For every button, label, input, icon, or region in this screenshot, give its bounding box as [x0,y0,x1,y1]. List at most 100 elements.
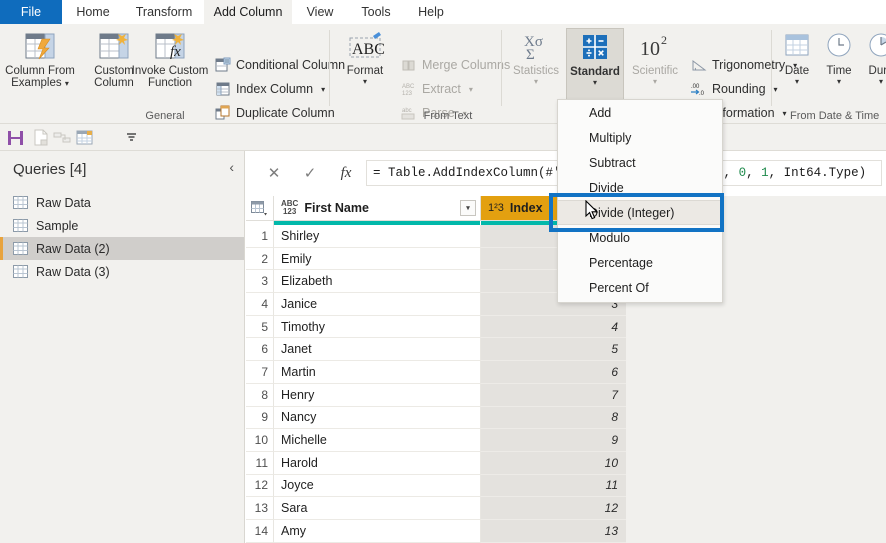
index-column-icon [214,81,231,98]
format-button[interactable]: ABC Format ▾ [336,28,394,102]
cell-first-name[interactable]: Joyce [274,474,481,498]
column-header-first-name[interactable]: ABC 123 First Name ▾ [274,196,481,221]
invoke-custom-function-button[interactable]: fx Invoke Custom Function [124,28,216,102]
query-item-sample[interactable]: Sample [0,214,244,237]
tab-view[interactable]: View [292,0,348,24]
chevron-down-icon[interactable]: ▾ [469,85,473,94]
query-item-raw-data-3[interactable]: Raw Data (3) [0,260,244,283]
column-filter-button[interactable]: ▾ [460,200,476,216]
standard-button[interactable]: Standard ▾ [566,28,624,102]
merge-columns-button[interactable]: Merge Columns [398,54,510,76]
scientific-button[interactable]: 10 2 Scientific ▾ [626,28,684,102]
check-icon[interactable]: ✓ [292,160,328,186]
cell-index[interactable]: 4 [481,315,626,339]
table-icon [13,242,28,255]
cell-index[interactable]: 13 [481,519,626,543]
merge-queries-icon[interactable] [53,128,72,147]
cell-first-name[interactable]: Michelle [274,429,481,452]
cell-index[interactable]: 10 [481,451,626,475]
select-all-table-icon[interactable] [246,196,274,221]
duration-button[interactable]: Dura ▾ [860,28,886,102]
cell-first-name[interactable]: Martin [274,361,481,384]
cell-index[interactable]: 9 [481,429,626,452]
cell-first-name[interactable]: Janet [274,338,481,362]
chevron-down-icon[interactable]: ▾ [795,78,799,86]
table-properties-icon[interactable] [75,128,94,147]
chevron-down-icon[interactable]: ▾ [593,79,597,87]
index-column-button[interactable]: Index Column ▾ [212,78,325,100]
tab-help[interactable]: Help [404,0,458,24]
tab-file[interactable]: File [0,0,62,24]
chevron-left-icon[interactable]: ‹ [229,160,234,174]
chevron-down-icon[interactable]: ▾ [363,78,367,86]
tab-transform[interactable]: Transform [124,0,204,24]
cell-first-name[interactable]: Emily [274,247,481,271]
query-item-raw-data-2[interactable]: Raw Data (2) [0,237,244,260]
abc-pencil-icon: ABC [345,28,385,64]
cell-index[interactable]: 5 [481,338,626,362]
table-row[interactable]: 12 Joyce 11 [246,474,626,498]
chevron-down-icon[interactable]: ▾ [879,78,883,86]
formula-arg-start: 0 [738,166,747,180]
chevron-down-icon[interactable]: ▾ [65,79,69,88]
menu-item-percentage[interactable]: Percentage [558,250,722,275]
menu-item-subtract[interactable]: Subtract [558,150,722,175]
cell-first-name[interactable]: Nancy [274,406,481,430]
menu-item-divide-integer[interactable]: Divide (Integer) [558,200,722,225]
row-number: 13 [246,497,274,520]
tab-home[interactable]: Home [62,0,124,24]
chevron-down-icon[interactable]: ▾ [534,78,538,86]
cell-index[interactable]: 12 [481,497,626,520]
cell-index[interactable]: 11 [481,474,626,498]
cell-first-name[interactable]: Janice [274,293,481,316]
queries-pane: Queries [4] ‹ Raw Data Sample Raw Data (… [0,151,245,543]
cell-first-name[interactable]: Henry [274,383,481,407]
fx-icon[interactable]: fx [328,160,364,186]
new-query-icon[interactable] [31,128,50,147]
table-row[interactable]: 10 Michelle 9 [246,429,626,452]
cell-first-name[interactable]: Sara [274,497,481,520]
menu-item-percent-of[interactable]: Percent Of [558,275,722,300]
tab-add-column-label: Add Column [213,5,283,19]
cell-first-name[interactable]: Amy [274,519,481,543]
table-row[interactable]: 13 Sara 12 [246,497,626,520]
menu-item-multiply[interactable]: Multiply [558,125,722,150]
tab-tools[interactable]: Tools [348,0,404,24]
menu-item-add[interactable]: Add [558,100,722,125]
rounding-button[interactable]: .00.0 Rounding ▾ [688,78,778,100]
date-button[interactable]: Date ▾ [776,28,818,102]
menu-item-modulo[interactable]: Modulo [558,225,722,250]
table-row[interactable]: 8 Henry 7 [246,383,626,407]
menu-item-divide[interactable]: Divide [558,175,722,200]
cell-index[interactable]: 8 [481,406,626,430]
table-row[interactable]: 14 Amy 13 [246,519,626,543]
cell-index[interactable]: 6 [481,361,626,384]
table-row[interactable]: 7 Martin 6 [246,361,626,384]
close-icon[interactable]: ✕ [256,160,292,186]
cell-first-name[interactable]: Timothy [274,315,481,339]
formula-bar-buttons: ✕ ✓ fx [256,160,364,186]
chevron-down-icon[interactable]: ▾ [837,78,841,86]
table-row[interactable]: 11 Harold 10 [246,451,626,475]
chevron-down-icon[interactable]: ▾ [321,85,325,94]
save-icon[interactable] [6,128,25,147]
cell-index[interactable]: 7 [481,383,626,407]
cell-first-name[interactable]: Elizabeth [274,270,481,294]
extract-button[interactable]: ABC 123 Extract ▾ [398,78,473,100]
chevron-down-icon[interactable]: ▾ [653,78,657,86]
query-item-raw-data[interactable]: Raw Data [0,191,244,214]
row-number: 2 [246,247,274,271]
customize-qat-caret-icon[interactable] [122,128,141,147]
column-from-examples-button[interactable]: Column From Examples ▾ [2,28,78,102]
type-glyph-bottom: 123 [282,207,297,216]
conditional-column-button[interactable]: Conditional Column [212,54,345,76]
table-row[interactable]: 6 Janet 5 [246,338,626,362]
tab-help-label: Help [418,5,444,19]
cell-first-name[interactable]: Shirley [274,225,481,248]
statistics-button[interactable]: Χσ Σ Statistics ▾ [508,28,564,102]
tab-add-column[interactable]: Add Column [204,0,292,24]
table-row[interactable]: 5 Timothy 4 [246,315,626,339]
time-button[interactable]: Time ▾ [818,28,860,102]
cell-first-name[interactable]: Harold [274,451,481,475]
table-row[interactable]: 9 Nancy 8 [246,406,626,430]
